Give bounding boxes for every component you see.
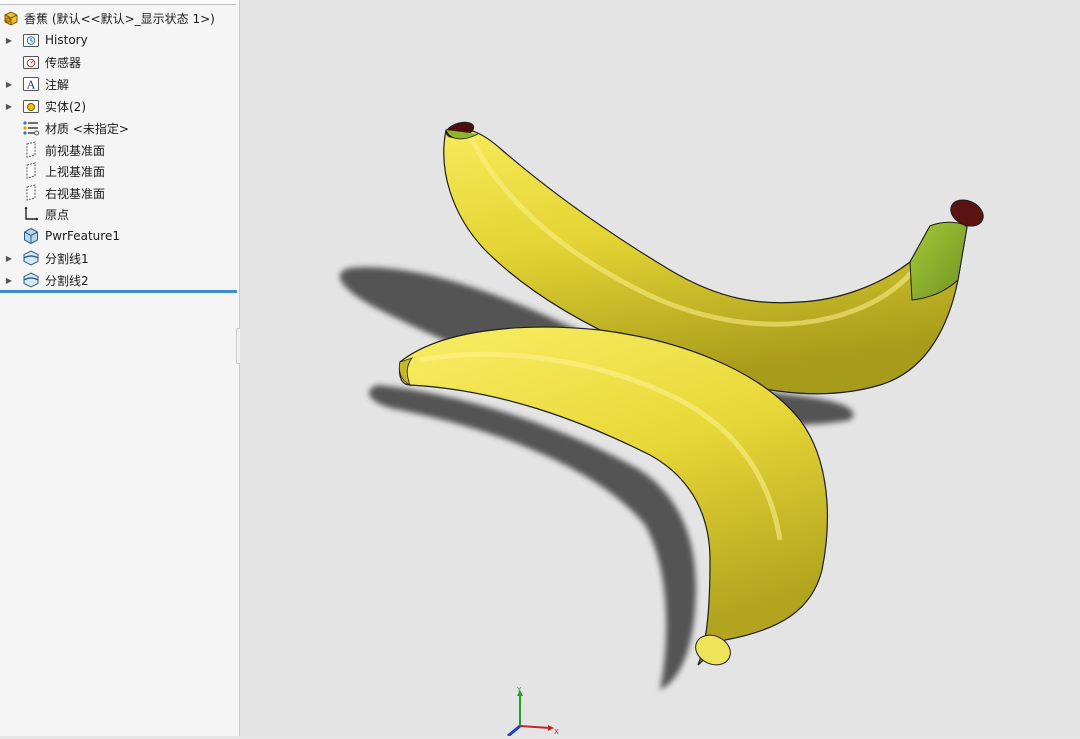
expand-arrow-icon[interactable]: ▶ xyxy=(2,102,16,111)
history-folder-icon xyxy=(22,31,40,49)
plane-icon xyxy=(22,141,40,159)
tree-item-label: 分割线1 xyxy=(45,251,89,266)
expand-arrow-icon[interactable]: ▶ xyxy=(2,80,16,89)
solid-bodies-folder-icon xyxy=(22,97,40,115)
expand-arrow-icon[interactable]: ▶ xyxy=(2,276,16,285)
reference-triad: Y X xyxy=(507,686,559,736)
annotations-folder-icon: A xyxy=(22,75,40,93)
tree-root-part[interactable]: 香蕉 (默认<<默认>_显示状态 1>) xyxy=(0,7,236,29)
split-line-icon xyxy=(22,249,40,267)
tree-filter-strip[interactable] xyxy=(0,0,236,5)
triad-y-label: Y xyxy=(516,686,522,694)
tree-item-label: 右视基准面 xyxy=(45,186,106,201)
tree-item-annotations[interactable]: ▶ A 注解 xyxy=(0,73,236,95)
svg-text:A: A xyxy=(26,79,36,92)
rollback-bar[interactable] xyxy=(0,290,237,293)
feature-manager-tree: 香蕉 (默认<<默认>_显示状态 1>) ▶ History 传感器 ▶ A 注… xyxy=(0,0,240,736)
tree-item-right-plane[interactable]: 右视基准面 xyxy=(0,182,236,204)
banana-stem xyxy=(909,221,968,301)
part-icon xyxy=(2,9,20,27)
tree-item-label: 材质 <未指定> xyxy=(45,121,129,136)
tree-root-label: 香蕉 (默认<<默认>_显示状态 1>) xyxy=(24,11,215,26)
tree-item-top-plane[interactable]: 上视基准面 xyxy=(0,160,236,182)
tree-item-label: 原点 xyxy=(45,207,70,222)
tree-item-label: 上视基准面 xyxy=(45,164,106,179)
tree-item-pwrfeature1[interactable]: PwrFeature1 xyxy=(0,225,236,247)
tree-item-history[interactable]: ▶ History xyxy=(0,29,236,51)
tree-item-label: 注解 xyxy=(45,77,70,92)
sensors-folder-icon xyxy=(22,53,40,71)
expand-arrow-icon[interactable]: ▶ xyxy=(2,254,16,263)
split-line-icon xyxy=(22,271,40,289)
plane-icon xyxy=(22,184,40,202)
tree-item-solid-bodies[interactable]: ▶ 实体(2) xyxy=(0,95,236,117)
graphics-area[interactable]: Y X xyxy=(240,0,1080,736)
model-view[interactable] xyxy=(240,0,1080,736)
material-icon xyxy=(22,119,40,137)
tree-item-split-line-2[interactable]: ▶ 分割线2 xyxy=(0,269,236,291)
tree-item-split-line-1[interactable]: ▶ 分割线1 xyxy=(0,247,236,269)
tree-item-label: 实体(2) xyxy=(45,99,86,114)
tree-item-label: History xyxy=(45,33,88,47)
tree-item-label: 传感器 xyxy=(45,55,82,70)
tree-item-label: 分割线2 xyxy=(45,273,89,288)
tree-item-material[interactable]: 材质 <未指定> xyxy=(0,117,236,139)
plane-icon xyxy=(22,162,40,180)
expand-arrow-icon[interactable]: ▶ xyxy=(2,36,16,45)
tree-item-front-plane[interactable]: 前视基准面 xyxy=(0,139,236,161)
tree-item-label: PwrFeature1 xyxy=(45,229,120,243)
tree-item-origin[interactable]: 原点 xyxy=(0,203,236,225)
origin-icon xyxy=(22,205,40,223)
power-surface-feature-icon xyxy=(22,227,40,245)
triad-x-label: X xyxy=(554,728,559,736)
tree-item-label: 前视基准面 xyxy=(45,143,106,158)
tree-item-sensors[interactable]: 传感器 xyxy=(0,51,236,73)
